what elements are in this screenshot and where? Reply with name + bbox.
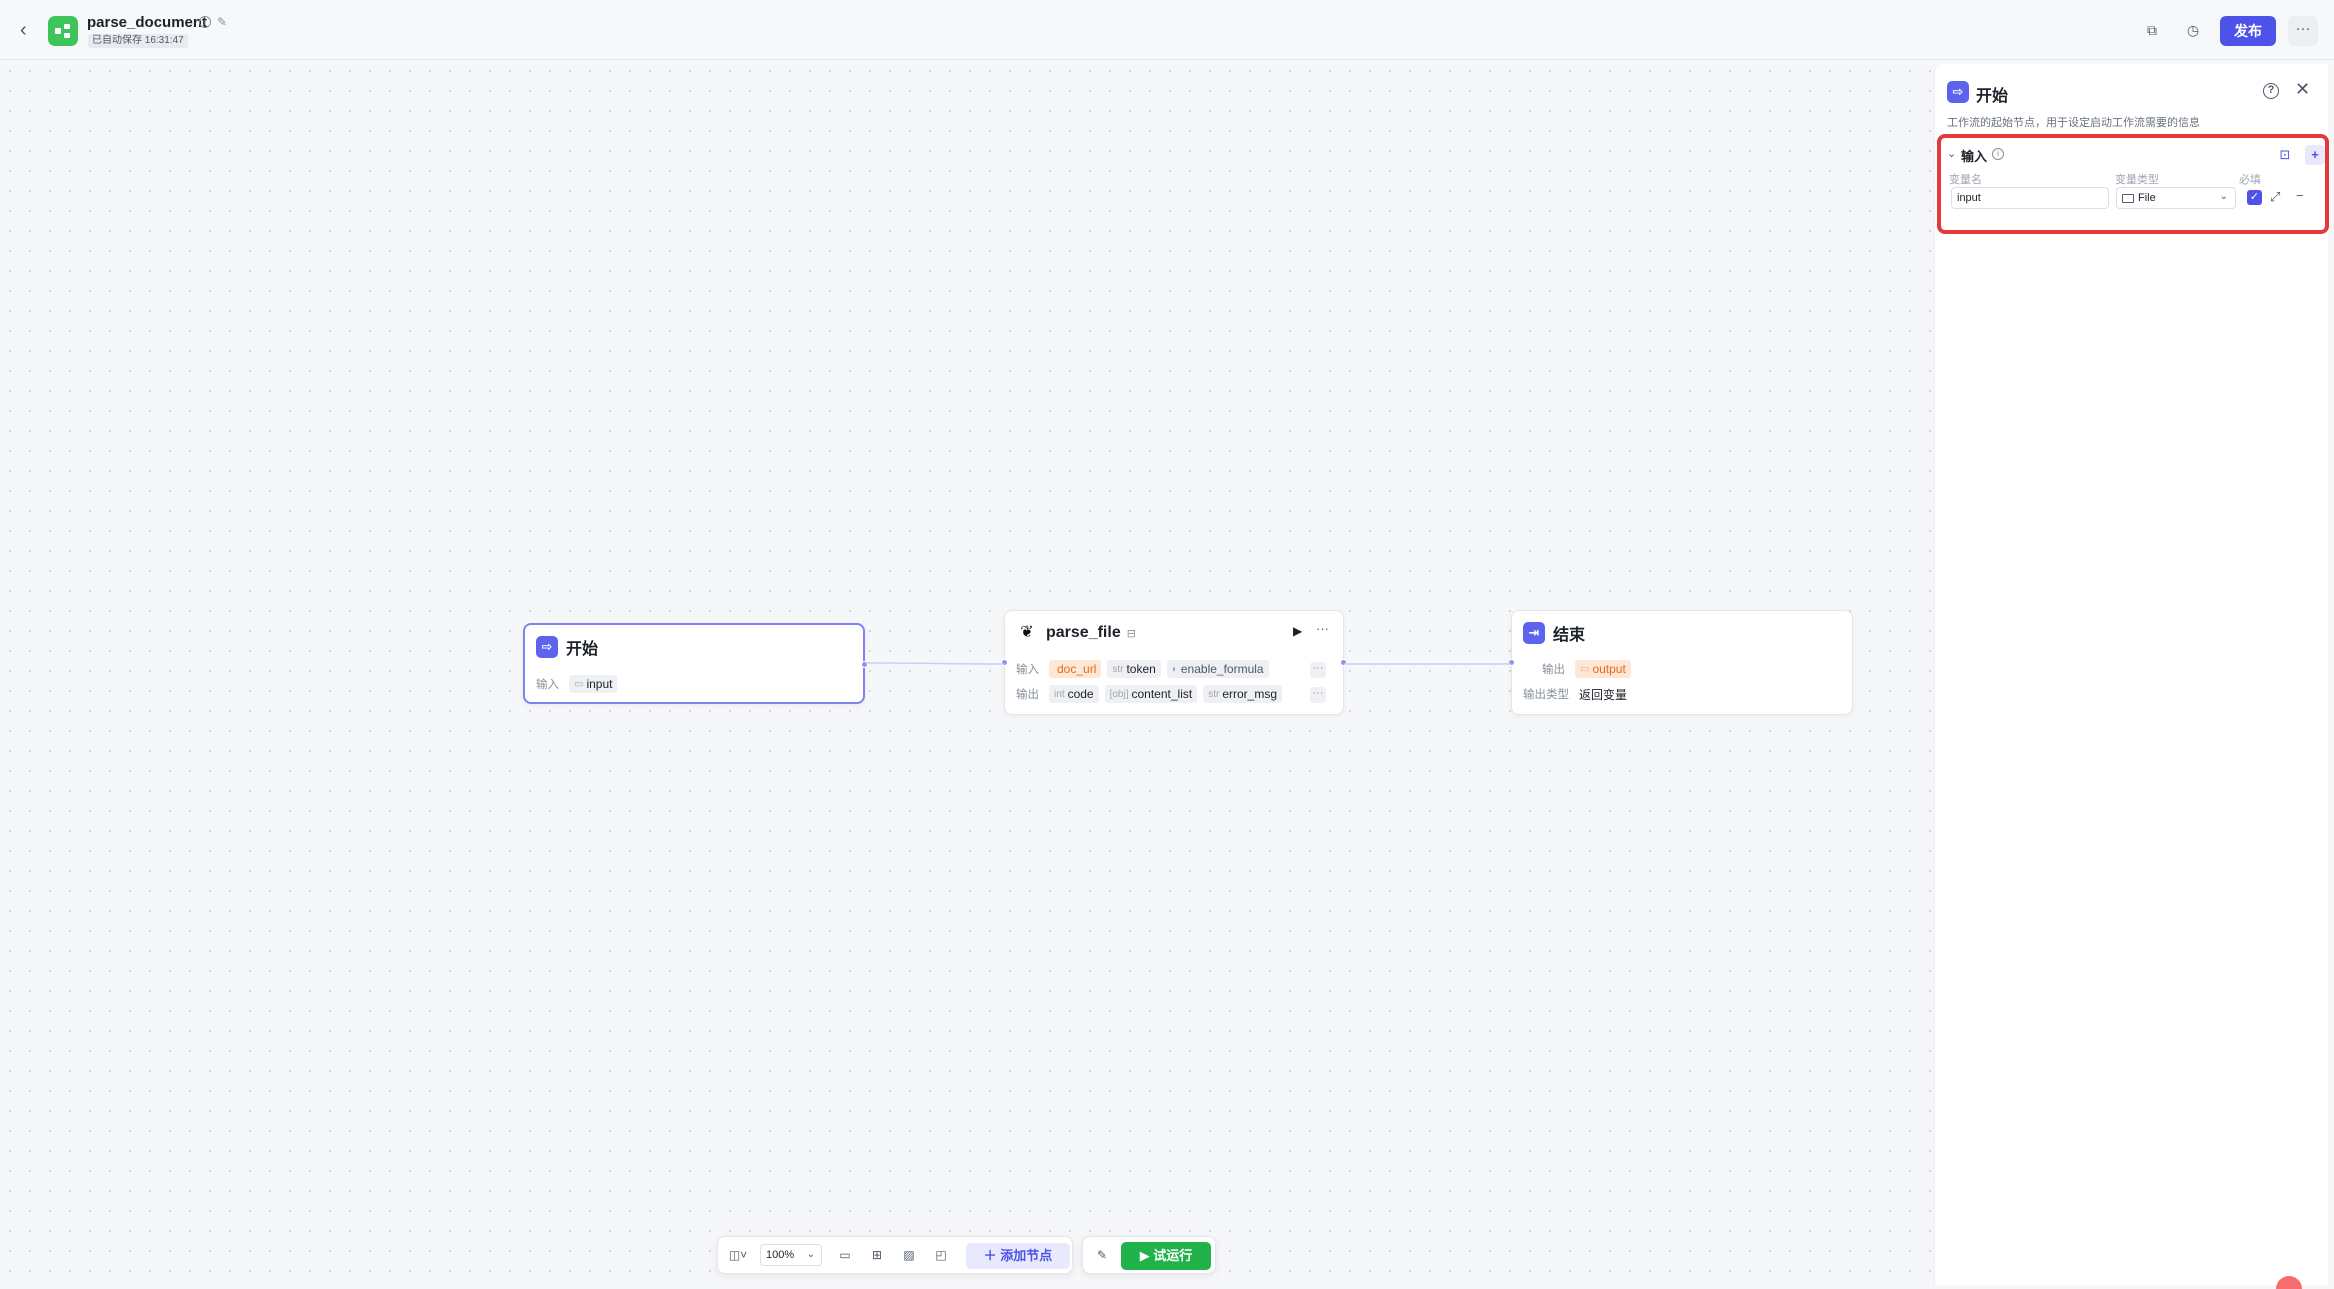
panel-description: 工作流的起始节点，用于设定启动工作流需要的信息 <box>1947 117 2200 129</box>
zoom-select[interactable]: 100% ⌄ <box>760 1244 822 1266</box>
image-icon[interactable]: ▨ <box>898 1244 920 1266</box>
info-icon[interactable]: i <box>199 16 211 28</box>
publish-button[interactable]: 发布 <box>2220 16 2276 46</box>
variable-type-select[interactable]: File ⌄ <box>2116 187 2236 209</box>
test-run-button[interactable]: ▶ 试运行 <box>1121 1242 1211 1270</box>
top-bar: ‹ parse_document i ✎ 已自动保存 16:31:47 ⧉ ◷ … <box>0 0 2334 60</box>
debug-tool-icon[interactable]: ✎ <box>1091 1244 1113 1266</box>
more-options-button[interactable]: ··· <box>2288 16 2318 46</box>
start-node-icon: ⇨ <box>1947 81 1969 103</box>
comment-icon[interactable]: ▭ <box>834 1244 856 1266</box>
node-config-panel: ⇨ 开始 ? ✕ 工作流的起始节点，用于设定启动工作流需要的信息 ⌄ 输入 i … <box>1934 64 2329 1285</box>
panel-title: 开始 <box>1976 88 2009 105</box>
minimap-icon[interactable]: ◰ <box>930 1244 952 1266</box>
variable-name-input[interactable] <box>1951 187 2109 209</box>
required-checkbox[interactable]: ✓ <box>2247 190 2262 205</box>
import-icon[interactable]: ⊡ <box>2275 145 2295 165</box>
input-section: ⌄ 输入 i ⊡ + 变量名 变量类型 必填 File ⌄ ✓ ⤢ − <box>1937 134 2329 234</box>
canvas-toolbar: ◫˅ 100% ⌄ ▭ ⊞ ▨ ◰ ＋ 添加节点 <box>717 1236 1073 1274</box>
layout-icon[interactable]: ⊞ <box>866 1244 888 1266</box>
add-node-button[interactable]: ＋ 添加节点 <box>966 1243 1070 1269</box>
col-required: 必填 <box>2239 174 2261 186</box>
help-icon[interactable]: ? <box>2263 83 2279 99</box>
folder-icon <box>2122 193 2134 203</box>
autosave-status: 已自动保存 16:31:47 <box>88 34 188 48</box>
add-variable-button[interactable]: + <box>2305 145 2325 165</box>
info-icon[interactable]: i <box>1992 148 2004 160</box>
edge-layer <box>865 662 1511 665</box>
close-icon[interactable]: ✕ <box>2295 79 2310 100</box>
expand-icon[interactable]: ⤢ <box>2270 189 2280 205</box>
col-var-type: 变量类型 <box>2115 174 2159 186</box>
pointer-mode-icon[interactable]: ◫˅ <box>724 1244 752 1266</box>
section-title: 输入 <box>1961 149 1988 164</box>
workflow-app-icon <box>48 16 78 46</box>
app-title: parse_document <box>87 14 208 31</box>
workflow-canvas[interactable]: ⇨ 开始 输入 ▭ input ❦ parse_file ⊟ ▶ ··· 输入 d… <box>0 61 1934 1289</box>
chevron-down-icon: ⌄ <box>2219 191 2228 202</box>
remove-icon[interactable]: − <box>2296 188 2304 203</box>
back-arrow-icon[interactable]: ‹ <box>20 18 40 42</box>
history-icon[interactable]: ◷ <box>2182 19 2204 41</box>
edit-icon[interactable]: ✎ <box>217 15 227 29</box>
edge-start-to-parse <box>865 662 1005 665</box>
chevron-down-icon[interactable]: ⌄ <box>1947 147 1956 160</box>
col-var-name: 变量名 <box>1949 174 1982 186</box>
run-toolbar: ✎ ▶ 试运行 <box>1082 1236 1216 1274</box>
copy-icon[interactable]: ⧉ <box>2141 19 2163 41</box>
